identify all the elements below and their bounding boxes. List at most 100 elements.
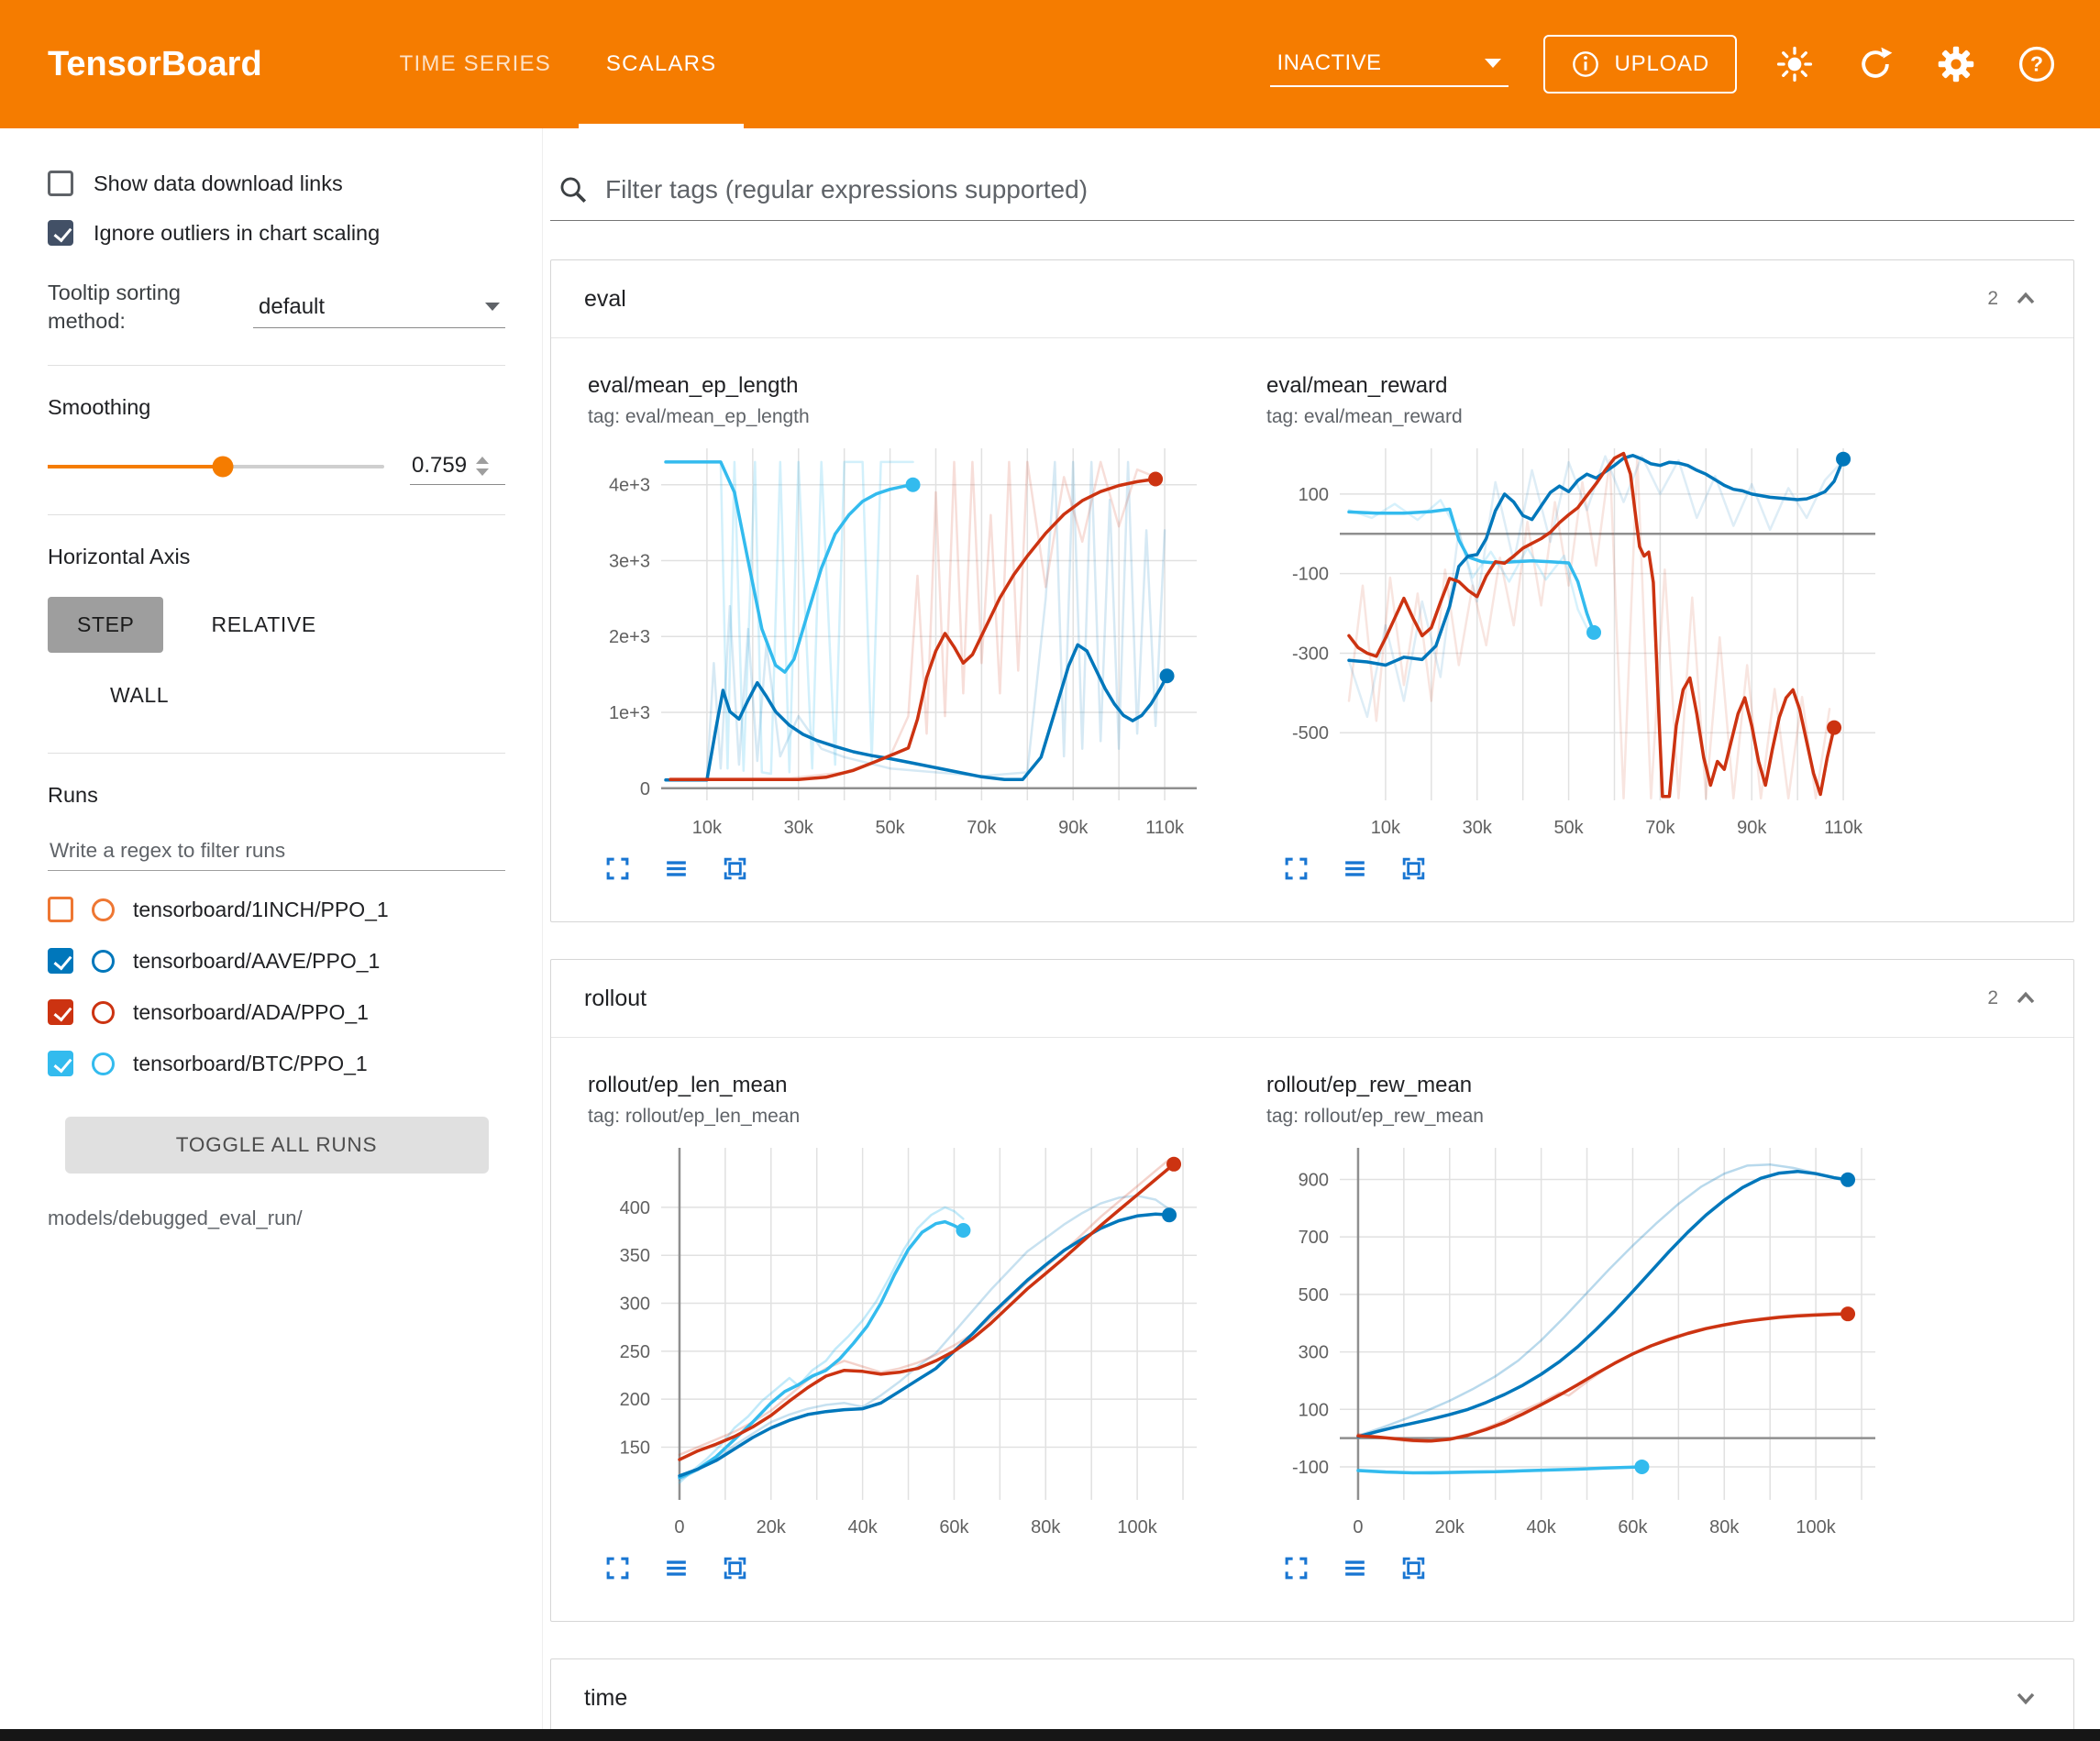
run-label: tensorboard/1INCH/PPO_1 xyxy=(133,898,389,922)
svg-text:4e+3: 4e+3 xyxy=(609,476,650,496)
chart-plot[interactable]: 01e+32e+33e+34e+310k30k50k70k90k110k xyxy=(588,435,1211,848)
fit-domain-icon xyxy=(1399,854,1428,883)
svg-text:60k: 60k xyxy=(1618,1517,1648,1537)
svg-text:70k: 70k xyxy=(967,818,997,838)
show-download-links-row[interactable]: Show data download links xyxy=(48,171,505,196)
section-header-time[interactable]: time xyxy=(551,1659,2073,1736)
run-row-btc[interactable]: tensorboard/BTC/PPO_1 xyxy=(48,1051,505,1076)
run-color-swatch xyxy=(92,898,115,921)
three-lines-icon xyxy=(1341,854,1369,883)
nav-tabs: TIME SERIES SCALARS xyxy=(372,0,745,128)
tag-filter-input[interactable] xyxy=(605,175,2067,204)
run-color-swatch xyxy=(92,950,115,973)
smoothing-value-input[interactable] xyxy=(412,453,472,479)
tab-time-series[interactable]: TIME SERIES xyxy=(372,0,579,128)
smoothing-slider[interactable] xyxy=(48,465,384,468)
horizontal-axis-step-button[interactable]: STEP xyxy=(48,597,163,653)
run-color-swatch xyxy=(92,1001,115,1024)
run-row-aave[interactable]: tensorboard/AAVE/PPO_1 xyxy=(48,948,505,974)
chevron-down-icon xyxy=(1485,59,1501,68)
chart-plot[interactable]: 100-100-300-50010k30k50k70k90k110k xyxy=(1266,435,1890,848)
svg-text:-100: -100 xyxy=(1292,565,1329,585)
spinner-up-icon[interactable] xyxy=(476,457,489,464)
data-table-button[interactable] xyxy=(1338,1551,1371,1584)
data-table-button[interactable] xyxy=(659,852,692,885)
status-dropdown[interactable]: INACTIVE xyxy=(1270,41,1509,87)
fit-domain-button[interactable] xyxy=(718,852,751,885)
run-checkbox[interactable] xyxy=(48,1051,73,1076)
svg-text:40k: 40k xyxy=(1526,1517,1556,1537)
fit-domain-button[interactable] xyxy=(718,1551,751,1584)
toggle-all-runs-button[interactable]: TOGGLE ALL RUNS xyxy=(65,1117,489,1174)
brightness-toggle-button[interactable] xyxy=(1772,41,1818,87)
divider xyxy=(48,514,505,515)
spinner-down-icon[interactable] xyxy=(476,468,489,476)
expand-chart-button[interactable] xyxy=(1279,852,1312,885)
chart-title: rollout/ep_len_mean xyxy=(588,1073,1211,1098)
run-checkbox[interactable] xyxy=(48,897,73,922)
tooltip-sorting-select[interactable]: default xyxy=(253,287,505,328)
tab-scalars[interactable]: SCALARS xyxy=(579,0,744,128)
section-title: eval xyxy=(584,286,626,313)
run-checkbox[interactable] xyxy=(48,948,73,974)
data-table-button[interactable] xyxy=(1338,852,1371,885)
chart-canvas: 100-100-300-50010k30k50k70k90k110k xyxy=(1266,435,1890,848)
section-card-eval: eval 2 eval/mean_ep_length tag: eval/mea… xyxy=(550,259,2074,922)
refresh-icon xyxy=(1855,44,1896,84)
chart-title: eval/mean_reward xyxy=(1266,373,1890,399)
tooltip-sorting-label: Tooltip sorting method: xyxy=(48,279,229,336)
chart-card-rollout-ep-rew-mean: rollout/ep_rew_mean tag: rollout/ep_rew_… xyxy=(1266,1073,1890,1584)
chart-tag: tag: eval/mean_ep_length xyxy=(588,406,1211,428)
svg-text:2e+3: 2e+3 xyxy=(609,627,650,647)
chart-canvas: 01e+32e+33e+34e+310k30k50k70k90k110k xyxy=(588,435,1211,848)
fit-domain-button[interactable] xyxy=(1397,852,1430,885)
settings-sidebar: Show data download links Ignore outliers… xyxy=(0,128,543,1741)
status-dropdown-value: INACTIVE xyxy=(1277,50,1382,76)
expand-chart-button[interactable] xyxy=(1279,1551,1312,1584)
smoothing-spinner[interactable] xyxy=(476,457,489,476)
fullscreen-icon xyxy=(1282,854,1310,883)
settings-button[interactable] xyxy=(1933,41,1979,87)
fit-domain-button[interactable] xyxy=(1397,1551,1430,1584)
collapse-section-button[interactable] xyxy=(2011,284,2040,314)
svg-text:0: 0 xyxy=(640,779,650,799)
horizontal-axis-wall-button[interactable]: WALL xyxy=(81,667,198,723)
section-header-eval[interactable]: eval 2 xyxy=(551,260,2073,338)
section-header-rollout[interactable]: rollout 2 xyxy=(551,960,2073,1038)
tab-label: TIME SERIES xyxy=(400,51,551,77)
run-row-ada[interactable]: tensorboard/ADA/PPO_1 xyxy=(48,999,505,1025)
svg-text:70k: 70k xyxy=(1645,818,1675,838)
chevron-up-icon xyxy=(2011,984,2040,1013)
smoothing-slider-thumb[interactable] xyxy=(212,456,233,477)
header-actions: INACTIVE UPLOAD xyxy=(1270,0,2100,128)
runs-filter-input[interactable] xyxy=(48,832,505,871)
ignore-outliers-row[interactable]: Ignore outliers in chart scaling xyxy=(48,220,505,246)
chart-plot[interactable]: -100100300500700900020k40k60k80k100k xyxy=(1266,1135,1890,1548)
chart-plot[interactable]: 150200250300350400020k40k60k80k100k xyxy=(588,1135,1211,1548)
run-row-1inch[interactable]: tensorboard/1INCH/PPO_1 xyxy=(48,897,505,922)
chart-card-rollout-ep-len-mean: rollout/ep_len_mean tag: rollout/ep_len_… xyxy=(588,1073,1211,1584)
help-icon: ? xyxy=(2017,44,2057,84)
expand-chart-button[interactable] xyxy=(601,1551,634,1584)
svg-text:0: 0 xyxy=(1353,1517,1363,1537)
data-table-button[interactable] xyxy=(659,1551,692,1584)
horizontal-axis-relative-button[interactable]: RELATIVE xyxy=(182,597,345,653)
run-label: tensorboard/AAVE/PPO_1 xyxy=(133,949,380,974)
section-body-rollout: rollout/ep_len_mean tag: rollout/ep_len_… xyxy=(551,1038,2073,1621)
refresh-button[interactable] xyxy=(1852,41,1898,87)
expand-chart-button[interactable] xyxy=(601,852,634,885)
ignore-outliers-checkbox[interactable] xyxy=(48,220,73,246)
upload-button[interactable]: UPLOAD xyxy=(1543,35,1738,94)
tooltip-sorting-row: Tooltip sorting method: default xyxy=(48,279,505,336)
run-color-swatch xyxy=(92,1052,115,1075)
show-download-links-checkbox[interactable] xyxy=(48,171,73,196)
expand-section-button[interactable] xyxy=(2011,1683,2040,1713)
run-checkbox[interactable] xyxy=(48,999,73,1025)
svg-text:-500: -500 xyxy=(1292,723,1329,744)
bottom-edge-bar xyxy=(0,1729,2100,1741)
help-button[interactable]: ? xyxy=(2014,41,2060,87)
section-count: 2 xyxy=(1987,987,1998,1009)
svg-text:50k: 50k xyxy=(875,818,905,838)
collapse-section-button[interactable] xyxy=(2011,984,2040,1013)
svg-text:3e+3: 3e+3 xyxy=(609,551,650,571)
